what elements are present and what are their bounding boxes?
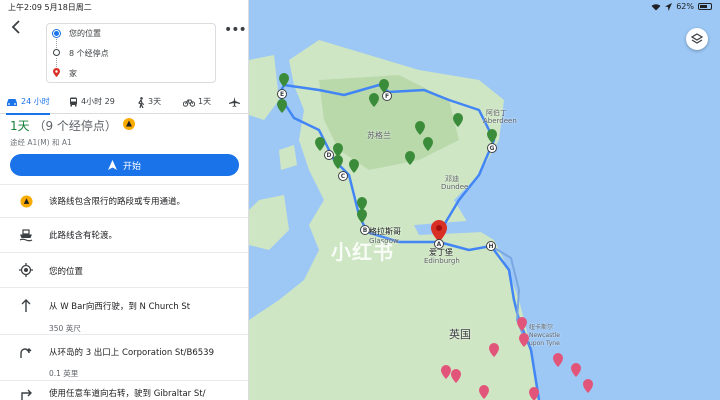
notice-restricted: 该路线包含限行的路段或专用通道。 xyxy=(0,184,248,217)
chevron-left-icon xyxy=(11,20,20,34)
step-3-text: 使用任意车道向右转，驶到 Gibraltar St/ xyxy=(49,389,206,399)
map-layers-button[interactable] xyxy=(686,28,708,50)
tab-transit-label: 4小时 29 xyxy=(81,97,115,106)
destination-pin-icon xyxy=(53,68,60,77)
stops-note: （9 个经停点） xyxy=(33,119,117,133)
flight-icon xyxy=(229,97,240,107)
waypoint-d[interactable]: D xyxy=(324,150,334,160)
directions-panel: ••• 您的位置 8 个经停点 家 24 小时 4小时 29 3天 1天 1天 … xyxy=(0,0,249,400)
step-2-distance: 0.1 英里 xyxy=(49,369,79,378)
label-edinburgh-en: Edinburgh xyxy=(424,257,460,265)
ferry-icon xyxy=(19,228,33,241)
start-label: 开始 xyxy=(122,161,141,172)
step-1-text: 从 W Bar向西行驶，到 N Church St xyxy=(49,302,191,312)
notice-restricted-text: 该路线包含限行的路段或专用通道。 xyxy=(49,197,186,207)
tab-cycling[interactable]: 1天 xyxy=(183,94,211,110)
navigation-arrow-icon xyxy=(107,160,117,170)
back-button[interactable] xyxy=(10,20,28,38)
step-origin-text: 您的位置 xyxy=(49,267,84,277)
status-date: 5月18日周二 xyxy=(44,3,92,12)
origin-dot-icon xyxy=(53,30,60,37)
roundabout-icon-wrap xyxy=(18,343,34,359)
waypoint-c[interactable]: C xyxy=(338,171,348,181)
turn-right-icon-wrap xyxy=(18,385,34,400)
svg-text:F: F xyxy=(385,93,389,100)
waypoint-g[interactable]: G xyxy=(487,143,497,153)
roundabout-icon xyxy=(20,348,32,358)
destination-pin-dot xyxy=(436,225,442,231)
location-icon-wrap xyxy=(18,262,34,278)
layers-icon xyxy=(691,33,703,44)
waypoint-f[interactable]: F xyxy=(382,91,392,101)
svg-text:G: G xyxy=(490,145,495,152)
tab-driving-label: 24 小时 xyxy=(21,97,50,106)
step-1-distance: 350 英尺 xyxy=(49,324,81,333)
route-duration: 1天 （9 个经停点） xyxy=(10,117,117,134)
start-navigation-button[interactable]: 开始 xyxy=(10,154,239,176)
ferry-icon-wrap xyxy=(18,227,34,243)
svg-text:D: D xyxy=(327,152,332,159)
label-scotland: 苏格兰 xyxy=(367,131,391,140)
step-origin[interactable]: 您的位置 xyxy=(0,252,248,287)
origin-field[interactable]: 您的位置 xyxy=(69,28,101,39)
label-dundee-en: Dundee xyxy=(441,183,469,191)
location-icon xyxy=(19,263,33,277)
svg-text:B: B xyxy=(363,227,368,234)
arrow-up-icon-wrap xyxy=(18,297,34,313)
transit-icon xyxy=(70,97,77,107)
arrow-up-icon xyxy=(21,298,31,312)
car-icon xyxy=(7,98,17,106)
label-upon-tyne: upon Tyne xyxy=(529,340,560,347)
step-2-text: 从环岛的 3 出口上 Corporation St/B6539 xyxy=(49,348,214,358)
stops-count-field[interactable]: 8 个经停点 xyxy=(69,48,109,59)
status-time: 上午2:09 xyxy=(8,3,42,12)
tab-transit[interactable]: 4小时 29 xyxy=(69,94,115,110)
svg-text:C: C xyxy=(341,173,346,180)
step-1[interactable]: 从 W Bar向西行驶，到 N Church St 350 英尺 xyxy=(0,287,248,334)
tab-walking-label: 3天 xyxy=(148,97,162,106)
tab-driving[interactable]: 24 小时 xyxy=(6,94,50,115)
label-newcastle-cn: 纽卡斯尔 xyxy=(529,324,554,331)
step-3[interactable]: 使用任意车道向右转，驶到 Gibraltar St/ xyxy=(0,380,248,400)
svg-text:E: E xyxy=(280,91,284,98)
warning-icon-wrap xyxy=(18,193,34,209)
route-via-text: 途经 A1(M) 和 A1 xyxy=(10,138,72,147)
map-view[interactable]: A B C D E F G H 苏格兰 阿伯丁 Aberdeen 邓迪 Dund… xyxy=(249,0,720,400)
tab-flight[interactable] xyxy=(229,94,240,110)
duration-value: 1天 xyxy=(10,119,30,133)
waypoint-h[interactable]: H xyxy=(486,241,496,251)
route-stops-box: 您的位置 8 个经停点 家 xyxy=(46,23,216,83)
bike-icon xyxy=(183,99,195,107)
warning-icon xyxy=(19,194,33,208)
status-bar: 上午2:09 5月18日周二 xyxy=(0,0,720,14)
travel-mode-tabs: 24 小时 4小时 29 3天 1天 xyxy=(0,90,248,115)
label-aberdeen-en: Aberdeen xyxy=(483,117,517,125)
step-2[interactable]: 从环岛的 3 出口上 Corporation St/B6539 0.1 英里 xyxy=(0,334,248,380)
connector-dots xyxy=(56,58,57,67)
waypoint-e[interactable]: E xyxy=(277,89,287,99)
tab-walking[interactable]: 3天 xyxy=(137,94,161,110)
notice-ferry-text: 此路线含有轮渡。 xyxy=(49,231,118,241)
more-options-button[interactable]: ••• xyxy=(224,22,247,38)
watermark-text: 小红书 xyxy=(331,240,394,264)
tab-cycling-label: 1天 xyxy=(198,97,212,106)
walk-icon xyxy=(138,96,145,108)
svg-text:H: H xyxy=(488,243,493,250)
connector-dots xyxy=(56,39,57,48)
waypoint-dot-icon xyxy=(53,49,60,56)
warning-icon xyxy=(123,118,135,130)
label-uk: 英国 xyxy=(449,328,471,341)
notice-ferry: 此路线含有轮渡。 xyxy=(0,217,248,252)
status-time-date: 上午2:09 5月18日周二 xyxy=(8,2,92,13)
label-newcastle-en: Newcastle xyxy=(529,332,560,339)
turn-right-icon xyxy=(20,389,32,400)
destination-field[interactable]: 家 xyxy=(69,68,77,79)
map-canvas: A B C D E F G H xyxy=(249,0,720,400)
